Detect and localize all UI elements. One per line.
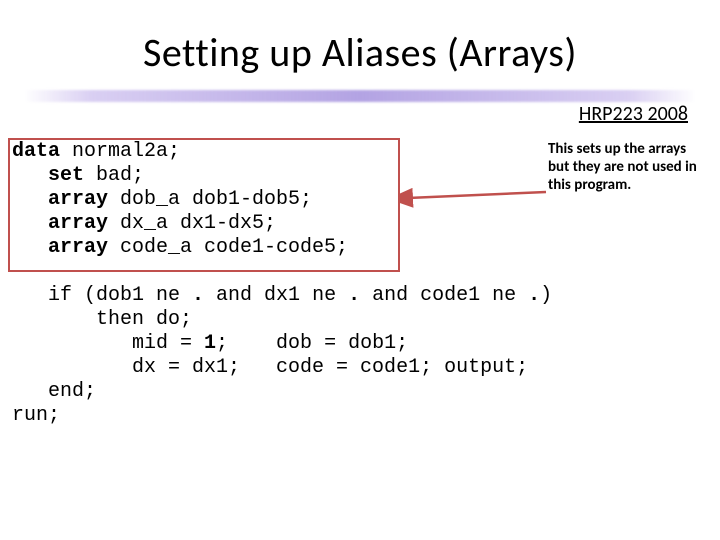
- annotation-text: This sets up the arrays but they are not…: [548, 140, 708, 194]
- course-label: HRP223 2008: [579, 102, 688, 126]
- highlight-box: [8, 138, 400, 272]
- code-text: and code1 ne: [360, 284, 528, 307]
- code-text: and dx1 ne: [204, 284, 348, 307]
- code-text: run;: [12, 404, 60, 427]
- page-title: Setting up Aliases (Arrays): [0, 28, 720, 77]
- code-text: end;: [12, 380, 96, 403]
- slide: Setting up Aliases (Arrays) HRP223 2008 …: [0, 0, 720, 540]
- code-text: if (dob1 ne: [12, 284, 192, 307]
- code-text: dx = dx1; code = code1; output;: [12, 356, 528, 379]
- kw-dot: .: [192, 284, 204, 307]
- code-text: then do;: [12, 308, 192, 331]
- code-text: ; dob = dob1;: [216, 332, 408, 355]
- decorative-bar: [24, 90, 696, 102]
- kw-num: 1: [204, 332, 216, 355]
- arrow-icon: [398, 178, 548, 214]
- code-text: mid =: [12, 332, 204, 355]
- kw-dot: .: [528, 284, 540, 307]
- code-text: ): [540, 284, 552, 307]
- kw-dot: .: [348, 284, 360, 307]
